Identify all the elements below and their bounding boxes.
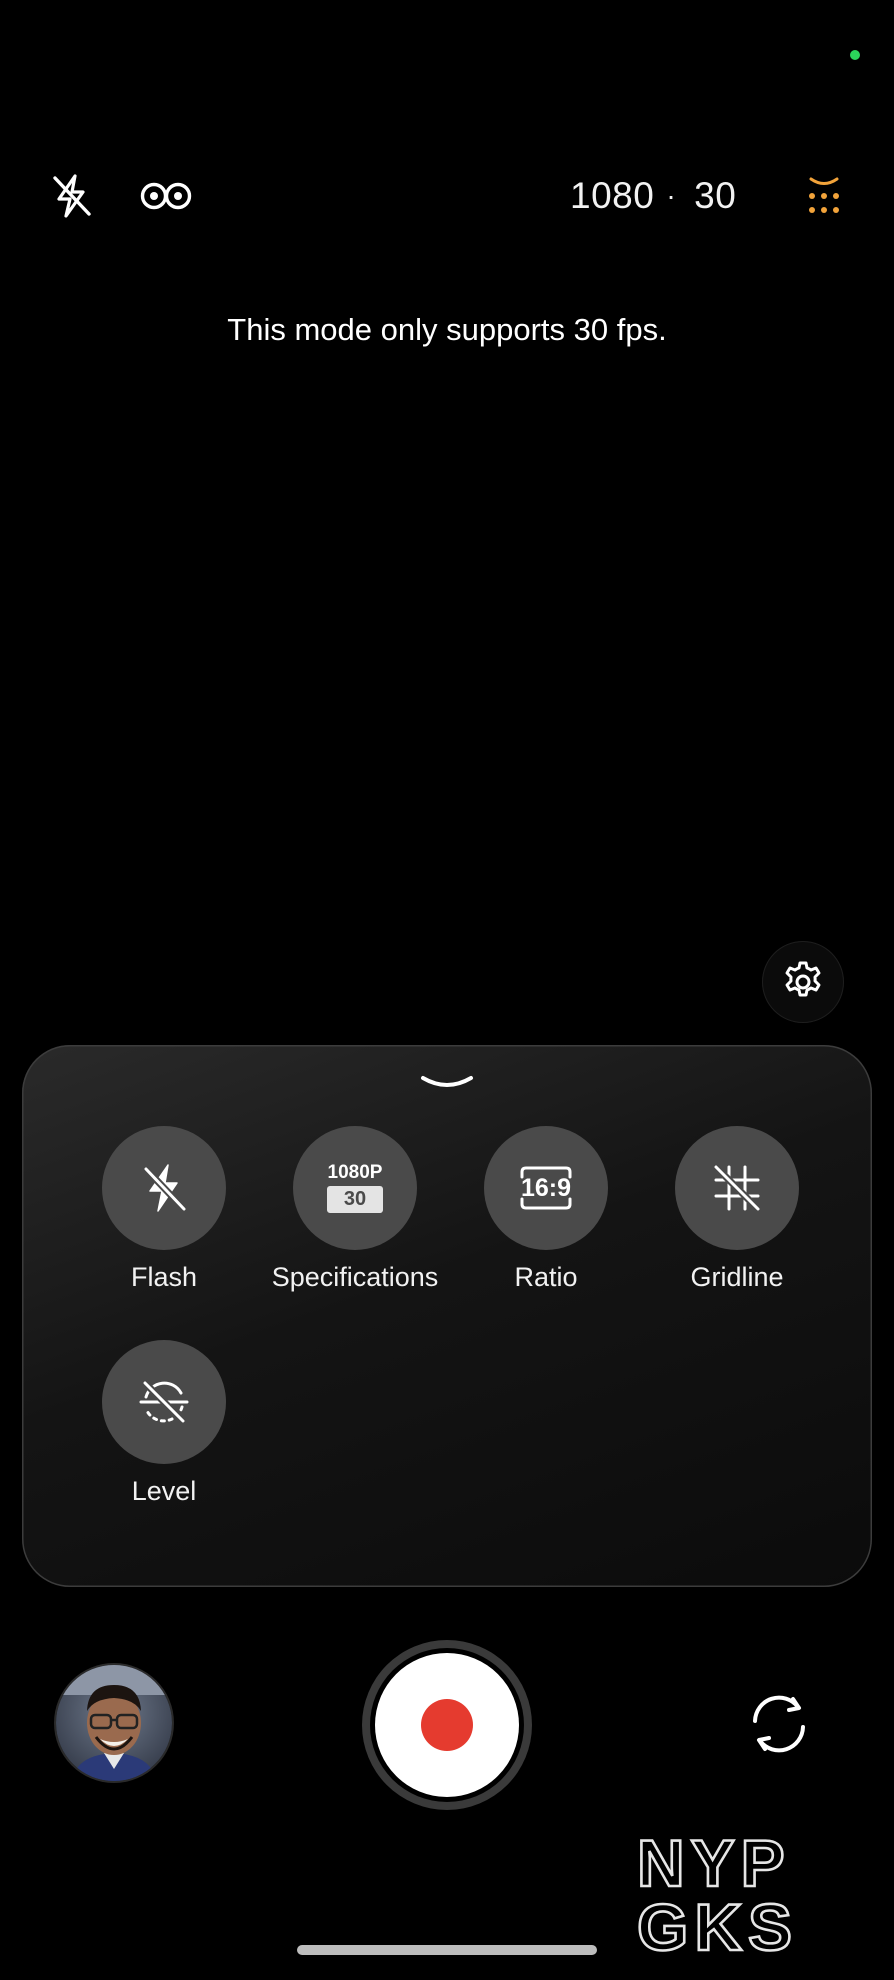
level-off-icon xyxy=(139,1380,189,1424)
privacy-indicator-dot xyxy=(850,50,860,60)
fps-notice: This mode only supports 30 fps. xyxy=(227,312,667,347)
record-dot xyxy=(421,1699,473,1751)
specifications-tile[interactable]: 1080P 30 Specifications xyxy=(260,1126,450,1293)
ratio-tile[interactable]: 16:9 Ratio xyxy=(451,1126,641,1293)
gridline-tile[interactable]: Gridline xyxy=(642,1126,832,1293)
switch-camera-icon[interactable] xyxy=(744,1692,814,1756)
live-photo-icon[interactable] xyxy=(136,168,196,224)
fps-value: 30 xyxy=(694,175,737,216)
flash-tile-button[interactable] xyxy=(102,1126,226,1250)
flash-tile-label: Flash xyxy=(130,1262,198,1292)
flash-off-icon xyxy=(143,1164,187,1212)
ratio-tile-button[interactable]: 16:9 xyxy=(484,1126,608,1250)
watermark-line2: GKS xyxy=(637,1890,798,1954)
resolution-value: 1080 xyxy=(570,175,655,216)
spec-badge-fps: 30 xyxy=(327,1186,383,1213)
gridline-off-icon xyxy=(713,1164,761,1212)
home-indicator[interactable] xyxy=(297,1945,597,1955)
watermark-logo: NYP GKS xyxy=(635,1825,865,1966)
level-tile-label: Level xyxy=(131,1476,197,1506)
chevron-down-icon[interactable] xyxy=(417,1067,477,1097)
record-button[interactable] xyxy=(362,1640,532,1810)
record-button-inner xyxy=(375,1653,519,1797)
ratio-tile-label: Ratio xyxy=(514,1262,578,1292)
specifications-tile-button[interactable]: 1080P 30 xyxy=(293,1126,417,1250)
gear-icon xyxy=(785,961,821,997)
specifications-icon: 1080P 30 xyxy=(327,1163,383,1213)
gallery-thumbnail[interactable] xyxy=(56,1665,172,1781)
separator-dot: · xyxy=(666,180,677,211)
settings-button[interactable] xyxy=(762,941,844,1023)
gridline-tile-label: Gridline xyxy=(690,1262,784,1292)
flash-off-icon[interactable] xyxy=(44,168,100,224)
quick-settings-panel: Flash 1080P 30 Specifications 16:9 Ratio xyxy=(22,1045,872,1587)
level-tile-button[interactable] xyxy=(102,1340,226,1464)
flash-tile[interactable]: Flash xyxy=(69,1126,259,1293)
gallery-preview-image xyxy=(56,1665,172,1781)
specifications-tile-label: Specifications xyxy=(271,1262,439,1292)
spec-badge-resolution: 1080P xyxy=(327,1162,383,1183)
video-spec-readout[interactable]: 1080 · 30 xyxy=(570,170,736,222)
watermark-line1: NYP xyxy=(637,1826,791,1900)
level-tile[interactable]: Level xyxy=(69,1340,259,1507)
ratio-icon: 16:9 xyxy=(518,1165,574,1211)
gridline-tile-button[interactable] xyxy=(675,1126,799,1250)
more-dots-icon[interactable] xyxy=(796,168,852,224)
top-bar: 1080 · 30 xyxy=(0,160,894,230)
